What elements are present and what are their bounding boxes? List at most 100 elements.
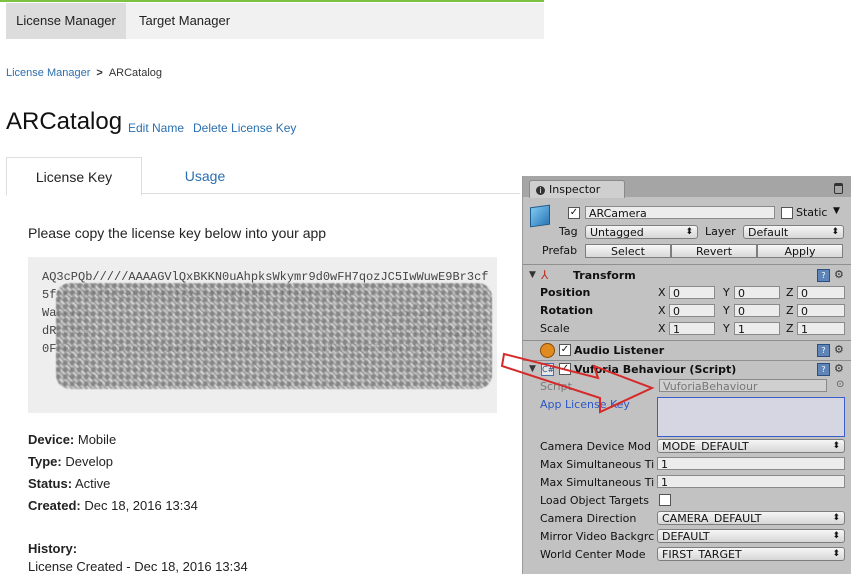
static-checkbox[interactable] bbox=[781, 207, 793, 219]
max-simultaneous-objects-field[interactable]: 1 bbox=[657, 475, 845, 488]
script-field[interactable]: VuforiaBehaviour bbox=[659, 379, 827, 392]
position-x-label: X bbox=[658, 286, 666, 299]
scale-x-field[interactable]: 1 bbox=[669, 322, 715, 335]
world-center-mode-label: World Center Mode bbox=[540, 548, 646, 561]
status-value: Active bbox=[74, 476, 111, 491]
delete-license-key-link[interactable]: Delete License Key bbox=[193, 121, 296, 135]
type-label: Type: bbox=[28, 454, 62, 469]
status-row: Status: Active bbox=[28, 476, 110, 491]
inspector-tab[interactable]: i Inspector bbox=[529, 180, 625, 198]
gear-icon[interactable]: ⚙ bbox=[834, 268, 844, 281]
nav-tab-license-manager[interactable]: License Manager bbox=[6, 3, 126, 39]
rotation-z-field[interactable]: 0 bbox=[797, 304, 845, 317]
info-icon: i bbox=[536, 185, 545, 195]
copy-instruction: Please copy the license key below into y… bbox=[28, 225, 327, 241]
layer-dropdown[interactable]: Default ⬍ bbox=[743, 225, 844, 239]
type-value: Develop bbox=[65, 454, 114, 469]
scale-z-label: Z bbox=[786, 322, 794, 335]
accent-bar bbox=[0, 0, 544, 2]
top-navigation: License Manager Target Manager bbox=[6, 3, 544, 39]
tag-dropdown[interactable]: Untagged ⬍ bbox=[585, 225, 698, 239]
mirror-video-background-label: Mirror Video Backgrc bbox=[540, 530, 655, 543]
position-z-field[interactable]: 0 bbox=[797, 286, 845, 299]
prefab-select-button[interactable]: Select bbox=[585, 244, 671, 258]
mirror-video-background-dropdown[interactable]: DEFAULT ⬍ bbox=[657, 529, 845, 543]
load-object-targets-label: Load Object Targets bbox=[540, 494, 649, 507]
type-row: Type: Develop bbox=[28, 454, 113, 469]
rotation-y-field[interactable]: 0 bbox=[734, 304, 780, 317]
tag-label: Tag bbox=[559, 225, 578, 238]
edit-name-link[interactable]: Edit Name bbox=[128, 121, 184, 135]
position-y-field[interactable]: 0 bbox=[734, 286, 780, 299]
created-label: Created: bbox=[28, 498, 81, 513]
dropdown-arrow-icon: ⬍ bbox=[831, 227, 839, 237]
scale-y-label: Y bbox=[723, 322, 730, 335]
transform-header[interactable]: ▼ ⅄ Transform ? ⚙ bbox=[523, 268, 851, 285]
help-icon[interactable]: ? bbox=[817, 344, 830, 357]
breadcrumb-separator: > bbox=[96, 67, 103, 79]
max-simultaneous-targets-label: Max Simultaneous Ti bbox=[540, 458, 655, 471]
scale-label: Scale bbox=[540, 322, 570, 335]
dropdown-arrow-icon: ⬍ bbox=[685, 227, 693, 237]
license-key-box[interactable]: AQ3cPQb/////AAAAGVlQxBKKN0uAhpksWkymr9d0… bbox=[28, 257, 497, 413]
rotation-y-label: Y bbox=[723, 304, 730, 317]
world-center-mode-value: FIRST_TARGET bbox=[662, 548, 742, 561]
inspector-tab-bar: i Inspector bbox=[523, 176, 851, 198]
tab-license-key[interactable]: License Key bbox=[6, 157, 142, 196]
transform-axes-icon: ⅄ bbox=[541, 268, 549, 282]
history-entry: License Created - Dec 18, 2016 13:34 bbox=[28, 559, 248, 574]
foldout-arrow-icon[interactable]: ▼ bbox=[529, 270, 536, 280]
camera-device-mode-label: Camera Device Mod bbox=[540, 440, 651, 453]
dropdown-arrow-icon: ⬍ bbox=[832, 549, 840, 559]
scale-x-label: X bbox=[658, 322, 666, 335]
gear-icon[interactable]: ⚙ bbox=[834, 362, 844, 375]
camera-direction-value: CAMERA_DEFAULT bbox=[662, 512, 762, 525]
position-y-label: Y bbox=[723, 286, 730, 299]
rotation-x-field[interactable]: 0 bbox=[669, 304, 715, 317]
load-object-targets-checkbox[interactable] bbox=[659, 494, 671, 506]
rotation-x-label: X bbox=[658, 304, 666, 317]
active-checkbox[interactable]: ✓ bbox=[568, 207, 580, 219]
max-simultaneous-objects-label: Max Simultaneous Ti bbox=[540, 476, 655, 489]
device-value: Mobile bbox=[77, 432, 117, 447]
max-simultaneous-targets-field[interactable]: 1 bbox=[657, 457, 845, 470]
transform-title: Transform bbox=[573, 269, 636, 282]
status-label: Status: bbox=[28, 476, 73, 491]
camera-device-mode-value: MODE_DEFAULT bbox=[662, 440, 749, 453]
position-x-field[interactable]: 0 bbox=[669, 286, 715, 299]
camera-device-mode-dropdown[interactable]: MODE_DEFAULT ⬍ bbox=[657, 439, 845, 453]
app-license-key-field[interactable] bbox=[657, 397, 845, 437]
world-center-mode-dropdown[interactable]: FIRST_TARGET ⬍ bbox=[657, 547, 845, 561]
created-row: Created: Dec 18, 2016 13:34 bbox=[28, 498, 198, 513]
tab-usage[interactable]: Usage bbox=[150, 157, 260, 194]
object-picker-icon[interactable]: ⊙ bbox=[836, 379, 844, 390]
red-annotation-arrow bbox=[500, 352, 655, 414]
layer-value: Default bbox=[748, 226, 789, 239]
prefab-revert-button[interactable]: Revert bbox=[671, 244, 757, 258]
dropdown-arrow-icon: ⬍ bbox=[832, 513, 840, 523]
gear-icon[interactable]: ⚙ bbox=[834, 343, 844, 356]
breadcrumb: License Manager > ARCatalog bbox=[6, 67, 162, 79]
device-label: Device: bbox=[28, 432, 75, 447]
rotation-label: Rotation bbox=[540, 304, 594, 317]
camera-direction-label: Camera Direction bbox=[540, 512, 637, 525]
breadcrumb-license-manager[interactable]: License Manager bbox=[6, 67, 90, 79]
help-icon[interactable]: ? bbox=[817, 363, 830, 376]
scale-y-field[interactable]: 1 bbox=[734, 322, 780, 335]
static-label: Static bbox=[796, 206, 828, 219]
scale-z-field[interactable]: 1 bbox=[797, 322, 845, 335]
static-dropdown-arrow-icon[interactable]: ▼ bbox=[833, 206, 840, 216]
help-icon[interactable]: ? bbox=[817, 269, 830, 282]
lock-icon[interactable] bbox=[834, 183, 843, 194]
camera-direction-dropdown[interactable]: CAMERA_DEFAULT ⬍ bbox=[657, 511, 845, 525]
nav-tab-target-manager[interactable]: Target Manager bbox=[139, 3, 230, 39]
position-label: Position bbox=[540, 286, 591, 299]
object-name-field[interactable]: ARCamera bbox=[585, 206, 775, 219]
created-value: Dec 18, 2016 13:34 bbox=[84, 498, 198, 513]
prefab-label: Prefab bbox=[542, 244, 578, 257]
prefab-apply-button[interactable]: Apply bbox=[757, 244, 843, 258]
breadcrumb-current: ARCatalog bbox=[108, 67, 163, 79]
device-row: Device: Mobile bbox=[28, 432, 116, 447]
dropdown-arrow-icon: ⬍ bbox=[832, 441, 840, 451]
rotation-z-label: Z bbox=[786, 304, 794, 317]
